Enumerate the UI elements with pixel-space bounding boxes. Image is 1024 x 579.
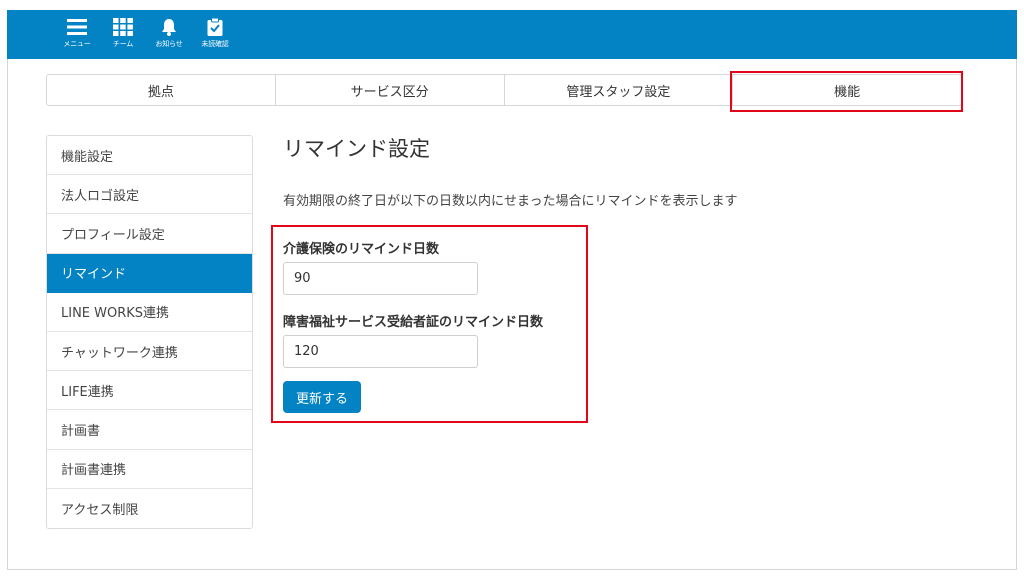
team-label: チーム xyxy=(112,40,134,48)
top-bar: メニュー チーム お知らせ 未読確認 xyxy=(7,10,1017,59)
page-description: 有効期限の終了日が以下の日数以内にせまった場合にリマインドを表示します xyxy=(283,194,738,209)
sidebar-item-company-logo[interactable]: 法人ロゴ設定 xyxy=(47,175,252,215)
update-button[interactable]: 更新する xyxy=(283,381,361,413)
sidebar-item-feature-settings[interactable]: 機能設定 xyxy=(47,136,252,176)
menu-button[interactable]: メニュー xyxy=(57,18,97,54)
unread-check-label: 未読確認 xyxy=(201,40,229,48)
clipboard-check-icon xyxy=(207,18,223,36)
notifications-label: お知らせ xyxy=(155,40,183,48)
disability-certificate-remind-days-input[interactable] xyxy=(283,335,478,368)
top-nav: メニュー チーム お知らせ 未読確認 xyxy=(57,18,235,54)
tab-service-category[interactable]: サービス区分 xyxy=(276,75,505,105)
menu-label: メニュー xyxy=(63,40,91,48)
sidebar-item-plan-document[interactable]: 計画書 xyxy=(47,410,252,450)
notifications-button[interactable]: お知らせ xyxy=(149,18,189,54)
page-title: リマインド設定 xyxy=(283,137,430,161)
sidebar-item-access-restriction[interactable]: アクセス制限 xyxy=(47,489,252,528)
sidebar-item-line-works[interactable]: LINE WORKS連携 xyxy=(47,293,252,332)
sidebar: 機能設定 法人ロゴ設定 プロフィール設定 リマインド LINE WORKS連携 … xyxy=(46,135,253,529)
disability-certificate-remind-label: 障害福祉サービス受給者証のリマインド日数 xyxy=(283,315,544,330)
sidebar-item-life[interactable]: LIFE連携 xyxy=(47,371,252,411)
menu-icon xyxy=(67,19,87,35)
grid-icon xyxy=(113,18,133,36)
sidebar-item-remind[interactable]: リマインド xyxy=(47,253,252,293)
team-button[interactable]: チーム xyxy=(103,18,143,54)
tab-admin-staff-settings[interactable]: 管理スタッフ設定 xyxy=(505,75,734,105)
unread-check-button[interactable]: 未読確認 xyxy=(195,18,235,54)
care-insurance-remind-days-input[interactable] xyxy=(283,262,478,295)
sidebar-item-chatwork[interactable]: チャットワーク連携 xyxy=(47,332,252,372)
tab-locations[interactable]: 拠点 xyxy=(47,75,276,105)
sidebar-item-profile-settings[interactable]: プロフィール設定 xyxy=(47,214,252,254)
tab-features[interactable]: 機能 xyxy=(733,75,961,105)
settings-tabs: 拠点 サービス区分 管理スタッフ設定 機能 xyxy=(46,74,962,106)
bell-icon xyxy=(162,19,176,36)
care-insurance-remind-label: 介護保険のリマインド日数 xyxy=(283,242,440,257)
sidebar-item-plan-integration[interactable]: 計画書連携 xyxy=(47,450,252,489)
